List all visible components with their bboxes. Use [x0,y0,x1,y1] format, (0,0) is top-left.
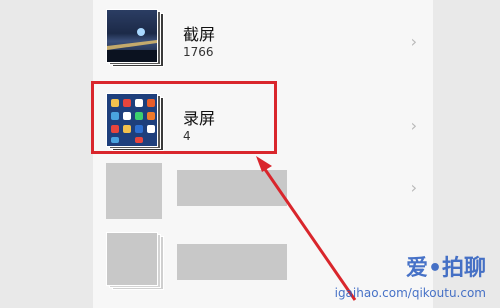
watermark-url: igaihao.com/qikoutu.com [334,286,486,300]
watermark-text: 爱•拍聊 [405,256,486,281]
site-watermark: 爱•拍聊 igaihao.com/qikoutu.com [334,234,496,304]
